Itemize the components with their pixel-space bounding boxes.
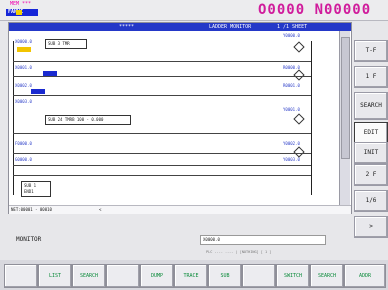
sidebar-btn-2[interactable]: 1 F xyxy=(354,66,388,88)
address-label: F0000.0 xyxy=(15,141,32,146)
address-label: G0000.0 xyxy=(15,157,32,162)
sidebar-next-button[interactable]: > xyxy=(354,216,388,238)
panel-titlebar: ***** LADDER MONITOR 1 /1 SHEET xyxy=(9,23,351,31)
program-counter: O0000 N00000 xyxy=(258,2,372,18)
contact[interactable] xyxy=(31,89,45,94)
rung-line xyxy=(13,76,311,77)
scroll-left-icon[interactable]: < xyxy=(99,206,101,214)
address-label: X0000.0 xyxy=(15,39,32,44)
command-input[interactable]: X0000.0 xyxy=(200,235,326,245)
rung-line xyxy=(13,153,311,154)
softkey-search-2[interactable]: SEARCH xyxy=(310,264,344,288)
output-coil-icon[interactable] xyxy=(293,146,305,158)
sidebar-btn-init[interactable]: INIT xyxy=(354,142,388,164)
scrollbar-thumb[interactable] xyxy=(341,37,350,159)
softkey-7[interactable] xyxy=(242,264,276,288)
output-coil-icon[interactable] xyxy=(293,113,305,125)
timer-function-block[interactable]: SUB 24 TMRB 100 - 0.000 xyxy=(45,115,131,125)
sidebar-btn-2f[interactable]: 2 F xyxy=(354,164,388,186)
sidebar-btn-edit[interactable]: EDIT xyxy=(354,122,388,144)
rung-line xyxy=(13,133,311,134)
sidebar-btn-1[interactable]: T-F xyxy=(354,40,388,62)
coil-label: Y0001.0 xyxy=(283,107,300,112)
header-bar: MEM *** FANUC O0000 N00000 xyxy=(0,0,388,21)
address-label: X0002.0 xyxy=(15,83,32,88)
coil-label: R0001.0 xyxy=(283,83,300,88)
softkey-search[interactable]: SEARCH xyxy=(72,264,106,288)
coil-label: Y0000.0 xyxy=(283,33,300,38)
command-label: MONITOR xyxy=(16,236,42,243)
coil-label: Y0003.0 xyxy=(283,157,300,162)
title-left: ***** xyxy=(119,24,135,30)
mode-text: MEM *** xyxy=(10,1,32,7)
coil-label: Y0002.0 xyxy=(283,141,300,146)
end-function-block[interactable]: SUB 1 END1 xyxy=(21,181,51,197)
panel-title: LADDER MONITOR xyxy=(209,24,252,30)
sidebar-btn-search[interactable]: SEARCH xyxy=(354,92,388,120)
sheet-indicator: 1 /1 SHEET xyxy=(277,24,308,30)
net-status-bar: NET:00001 - 00010 < xyxy=(9,205,351,214)
rung-line xyxy=(13,61,311,62)
softkey-0[interactable] xyxy=(4,264,38,288)
softkey-3[interactable] xyxy=(106,264,140,288)
command-hint: PLC ---- ---- | [NOTHING] [ 1 ] xyxy=(206,250,272,254)
rung-line xyxy=(13,95,311,96)
softkey-switch[interactable]: SWITCH xyxy=(276,264,310,288)
right-power-rail xyxy=(311,41,312,195)
rung-line xyxy=(13,175,311,176)
softkey-sub[interactable]: SUB xyxy=(208,264,242,288)
softkey-trace[interactable]: TRACE xyxy=(174,264,208,288)
address-label: X0001.0 xyxy=(15,65,32,70)
fanuc-logo: MEM *** FANUC xyxy=(6,1,40,17)
address-label: X0003.0 xyxy=(15,99,32,104)
output-coil-icon[interactable] xyxy=(293,41,305,53)
vertical-scrollbar[interactable] xyxy=(339,31,350,206)
left-power-rail xyxy=(13,41,14,195)
function-block[interactable]: SUB 3 TMR xyxy=(45,39,87,49)
softkey-dump[interactable]: DUMP xyxy=(140,264,174,288)
contact-on[interactable] xyxy=(17,47,31,52)
logo-accent-icon xyxy=(16,10,22,15)
logo-bar: FANUC xyxy=(6,9,38,16)
softkey-list[interactable]: LIST xyxy=(38,264,72,288)
softkey-addr[interactable]: ADDR xyxy=(344,264,386,288)
net-range: NET:00001 - 00010 xyxy=(11,207,52,212)
ladder-panel: ***** LADDER MONITOR 1 /1 SHEET X0000.0 … xyxy=(8,22,352,214)
output-coil-icon[interactable] xyxy=(293,69,305,81)
rung-line xyxy=(13,165,311,166)
sidebar-page-indicator: 1/6 xyxy=(354,190,388,212)
ladder-diagram[interactable]: X0000.0 SUB 3 TMR Y0000.0 X0001.0 R0000.… xyxy=(13,33,333,200)
